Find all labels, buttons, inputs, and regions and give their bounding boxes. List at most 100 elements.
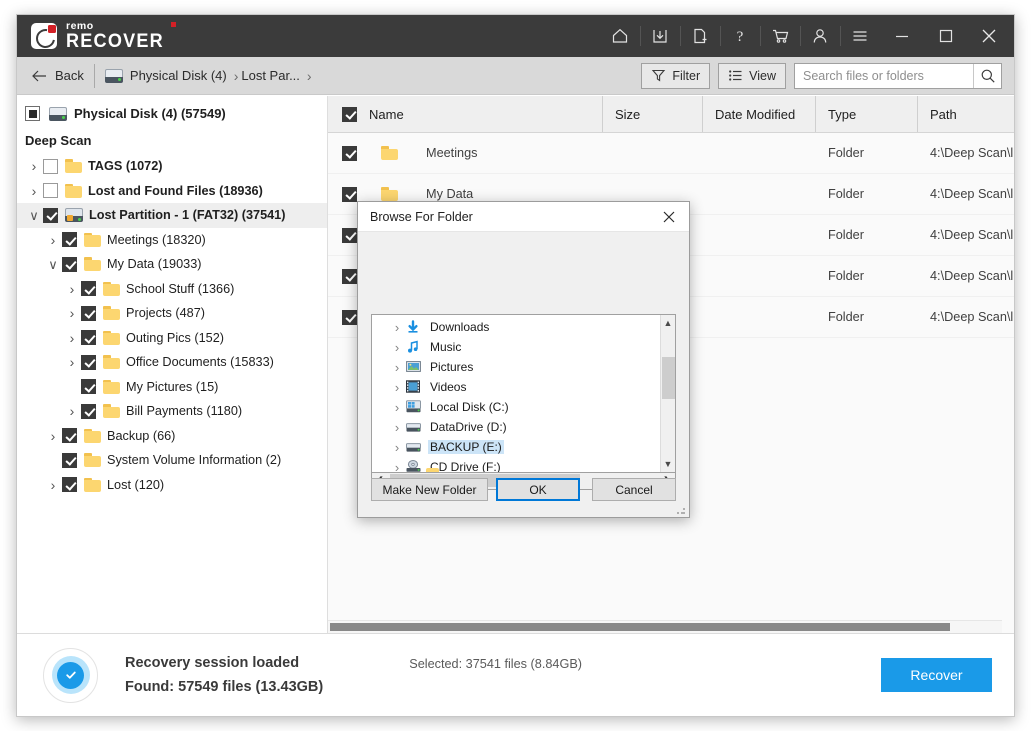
maximize-icon[interactable] xyxy=(924,15,968,57)
breadcrumb-physical-disk[interactable]: Physical Disk (4) xyxy=(95,68,231,83)
tree-node-checkbox[interactable] xyxy=(62,428,77,444)
user-icon[interactable] xyxy=(800,15,840,57)
recover-button[interactable]: Recover xyxy=(881,658,992,692)
dialog-tree-item[interactable]: › Music xyxy=(372,337,660,357)
tree-node[interactable]: ›My Pictures (15) xyxy=(17,375,327,400)
tree-node-checkbox[interactable] xyxy=(62,477,77,493)
tree-node-checkbox[interactable] xyxy=(81,354,96,370)
select-all-checkbox[interactable] xyxy=(342,106,357,122)
row-checkbox[interactable] xyxy=(342,227,357,243)
chevron-right-icon[interactable]: › xyxy=(390,420,404,435)
row-checkbox[interactable] xyxy=(342,186,357,202)
dialog-tree-vertical-scrollbar[interactable]: ▲ ▼ xyxy=(660,315,675,472)
make-new-folder-button[interactable]: Make New Folder xyxy=(371,478,488,501)
dialog-tree-item[interactable]: › BACKUP (E:) xyxy=(372,437,660,457)
dialog-resize-grip[interactable] xyxy=(676,505,686,515)
scroll-up-icon[interactable]: ▲ xyxy=(664,315,673,331)
dialog-close-icon[interactable] xyxy=(649,202,689,232)
tree-node-checkbox[interactable] xyxy=(81,281,96,297)
cancel-button[interactable]: Cancel xyxy=(592,478,676,501)
tree-node[interactable]: › Backup (66) xyxy=(17,424,327,449)
column-header-path[interactable]: Path xyxy=(918,96,1014,132)
tree-node-checkbox[interactable] xyxy=(81,379,96,395)
chevron-right-icon[interactable]: › xyxy=(44,478,62,492)
chevron-right-icon[interactable]: › xyxy=(63,306,81,320)
tree-node[interactable]: › School Stuff (1366) xyxy=(17,277,327,302)
tree-node[interactable]: › Lost and Found Files (18936) xyxy=(17,179,327,204)
home-icon[interactable] xyxy=(600,15,640,57)
chevron-right-icon[interactable]: › xyxy=(390,440,404,455)
chevron-right-icon[interactable]: › xyxy=(390,360,404,375)
tree-node[interactable]: › Projects (487) xyxy=(17,301,327,326)
dialog-tree-item[interactable]: › DataDrive (D:) xyxy=(372,417,660,437)
tree-node[interactable]: › Outing Pics (152) xyxy=(17,326,327,351)
row-checkbox[interactable] xyxy=(342,145,357,161)
row-checkbox[interactable] xyxy=(342,268,357,284)
column-header-name[interactable]: Name xyxy=(328,96,603,132)
tree-node[interactable]: › TAGS (1072) xyxy=(17,154,327,179)
tree-node[interactable]: › Office Documents (15833) xyxy=(17,350,327,375)
chevron-right-icon[interactable]: › xyxy=(390,400,404,415)
scroll-down-icon[interactable]: ▼ xyxy=(664,456,673,472)
chevron-right-icon[interactable]: › xyxy=(390,460,404,473)
file-list-horizontal-scrollbar[interactable] xyxy=(328,620,1002,633)
dialog-tree-item[interactable]: › Videos xyxy=(372,377,660,397)
dialog-tree-item[interactable]: › Pictures xyxy=(372,357,660,377)
chevron-right-icon[interactable]: › xyxy=(63,355,81,369)
back-button[interactable]: Back xyxy=(27,68,94,83)
tree-node[interactable]: ∨ Lost Partition - 1 (FAT32) (37541) xyxy=(17,203,327,228)
search-box[interactable] xyxy=(794,62,1002,89)
tree-node-checkbox[interactable] xyxy=(43,183,58,199)
save-download-icon[interactable] xyxy=(640,15,680,57)
root-checkbox[interactable] xyxy=(25,106,40,121)
close-icon[interactable] xyxy=(968,15,1014,57)
cart-icon[interactable] xyxy=(760,15,800,57)
tree-node-checkbox[interactable] xyxy=(81,305,96,321)
tree-node-checkbox[interactable] xyxy=(62,256,77,272)
breadcrumb-lost-partition[interactable]: Lost Par... xyxy=(241,68,304,83)
tree-node-checkbox[interactable] xyxy=(81,403,96,419)
tree-root-node[interactable]: Physical Disk (4) (57549) xyxy=(17,96,327,129)
tree-node[interactable]: ∨ My Data (19033) xyxy=(17,252,327,277)
tree-node-checkbox[interactable] xyxy=(43,158,58,174)
dialog-tree-item[interactable]: › Local Disk (C:) xyxy=(372,397,660,417)
chevron-right-icon[interactable]: › xyxy=(390,340,404,355)
tree-node-checkbox[interactable] xyxy=(62,232,77,248)
chevron-right-icon[interactable]: › xyxy=(25,184,43,198)
chevron-right-icon[interactable]: › xyxy=(390,320,404,335)
search-icon[interactable] xyxy=(973,63,1001,88)
chevron-right-icon[interactable]: › xyxy=(25,159,43,173)
new-document-icon[interactable] xyxy=(680,15,720,57)
tree-node-checkbox[interactable] xyxy=(62,452,77,468)
dialog-tree-item[interactable]: › Downloads xyxy=(372,317,660,337)
tree-node-checkbox[interactable] xyxy=(81,330,96,346)
help-icon[interactable]: ? xyxy=(720,15,760,57)
chevron-right-icon[interactable]: › xyxy=(44,429,62,443)
column-header-size[interactable]: Size xyxy=(603,96,703,132)
hamburger-menu-icon[interactable] xyxy=(840,15,880,57)
column-header-type[interactable]: Type xyxy=(816,96,918,132)
chevron-right-icon[interactable]: › xyxy=(390,380,404,395)
chevron-right-icon[interactable]: › xyxy=(63,404,81,418)
tree-node[interactable]: › Bill Payments (1180) xyxy=(17,399,327,424)
scrollbar-thumb[interactable] xyxy=(330,623,951,631)
row-checkbox[interactable] xyxy=(342,309,357,325)
ok-button[interactable]: OK xyxy=(496,478,580,501)
tree-node-checkbox[interactable] xyxy=(43,207,58,223)
chevron-right-icon[interactable]: › xyxy=(63,282,81,296)
scrollbar-thumb[interactable] xyxy=(662,357,675,399)
column-header-date-modified[interactable]: Date Modified xyxy=(703,96,816,132)
chevron-down-icon[interactable]: ∨ xyxy=(25,209,43,222)
view-button[interactable]: View xyxy=(718,62,786,89)
tree-node[interactable]: ›System Volume Information (2) xyxy=(17,448,327,473)
tree-node[interactable]: › Meetings (18320) xyxy=(17,228,327,253)
dialog-tree-item[interactable]: › CD Drive (F:) xyxy=(372,457,660,473)
filter-button[interactable]: Filter xyxy=(641,62,711,89)
chevron-down-icon[interactable]: ∨ xyxy=(44,258,62,271)
chevron-right-icon[interactable]: › xyxy=(63,331,81,345)
minimize-icon[interactable] xyxy=(880,15,924,57)
search-input[interactable] xyxy=(795,68,973,83)
tree-node[interactable]: › Lost (120) xyxy=(17,473,327,498)
chevron-right-icon[interactable]: › xyxy=(44,233,62,247)
table-row[interactable]: Meetings Folder 4:\Deep Scan\l xyxy=(328,133,1014,174)
